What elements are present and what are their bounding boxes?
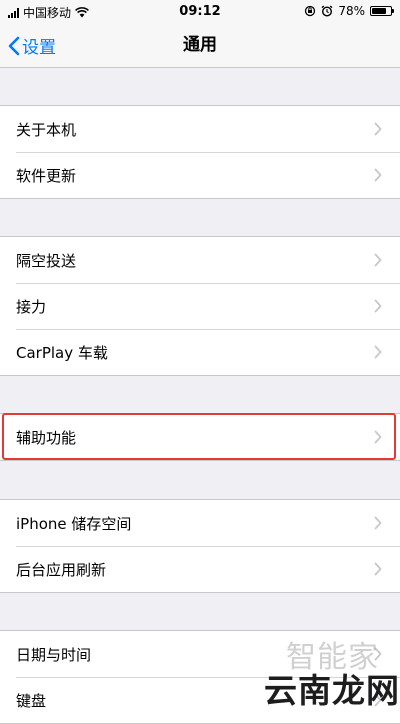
row-label: 日期与时间 xyxy=(16,645,92,664)
chevron-right-icon xyxy=(374,168,382,182)
settings-group-storage: iPhone 储存空间 后台应用刷新 xyxy=(0,499,400,593)
row-airdrop[interactable]: 隔空投送 xyxy=(0,237,400,283)
alarm-icon xyxy=(321,5,333,17)
row-label: 键盘 xyxy=(16,691,47,710)
battery-percent: 78% xyxy=(338,4,365,18)
battery-fill xyxy=(372,8,387,14)
row-label: 后台应用刷新 xyxy=(16,560,107,579)
row-carplay[interactable]: CarPlay 车载 xyxy=(0,329,400,375)
chevron-right-icon xyxy=(374,299,382,313)
row-iphone-storage[interactable]: iPhone 储存空间 xyxy=(0,500,400,546)
battery-icon xyxy=(370,6,394,16)
navigation-bar: 通用 设置 xyxy=(0,24,400,68)
row-label: 接力 xyxy=(16,297,47,316)
row-label: iPhone 储存空间 xyxy=(16,514,132,533)
chevron-right-icon xyxy=(374,253,382,267)
row-about-phone[interactable]: 关于本机 xyxy=(0,106,400,152)
page-title: 通用 xyxy=(183,35,217,55)
chevron-left-icon xyxy=(8,36,20,55)
orientation-lock-icon xyxy=(305,5,316,17)
row-software-update[interactable]: 软件更新 xyxy=(0,152,400,198)
back-button[interactable]: 设置 xyxy=(8,24,56,67)
chevron-right-icon xyxy=(374,516,382,530)
chevron-right-icon xyxy=(374,647,382,661)
chevron-right-icon xyxy=(374,693,382,707)
settings-group-date-keyboard: 日期与时间 键盘 xyxy=(0,630,400,724)
row-handoff[interactable]: 接力 xyxy=(0,283,400,329)
chevron-right-icon xyxy=(374,122,382,136)
chevron-right-icon xyxy=(374,345,382,359)
chevron-right-icon xyxy=(374,562,382,576)
back-button-label: 设置 xyxy=(22,38,56,58)
row-background-app-refresh[interactable]: 后台应用刷新 xyxy=(0,546,400,592)
row-keyboard[interactable]: 键盘 xyxy=(0,677,400,723)
status-right: 78% xyxy=(304,4,394,18)
row-label: CarPlay 车载 xyxy=(16,343,108,362)
row-label: 关于本机 xyxy=(16,120,77,139)
row-label: 隔空投送 xyxy=(16,251,77,270)
highlight-box xyxy=(2,413,396,460)
row-date-time[interactable]: 日期与时间 xyxy=(0,631,400,677)
settings-group-about: 关于本机 软件更新 xyxy=(0,105,400,199)
status-bar: 中国移动 09:12 78% xyxy=(0,0,400,24)
row-label: 软件更新 xyxy=(16,166,77,185)
settings-group-connectivity: 隔空投送 接力 CarPlay 车载 xyxy=(0,236,400,376)
